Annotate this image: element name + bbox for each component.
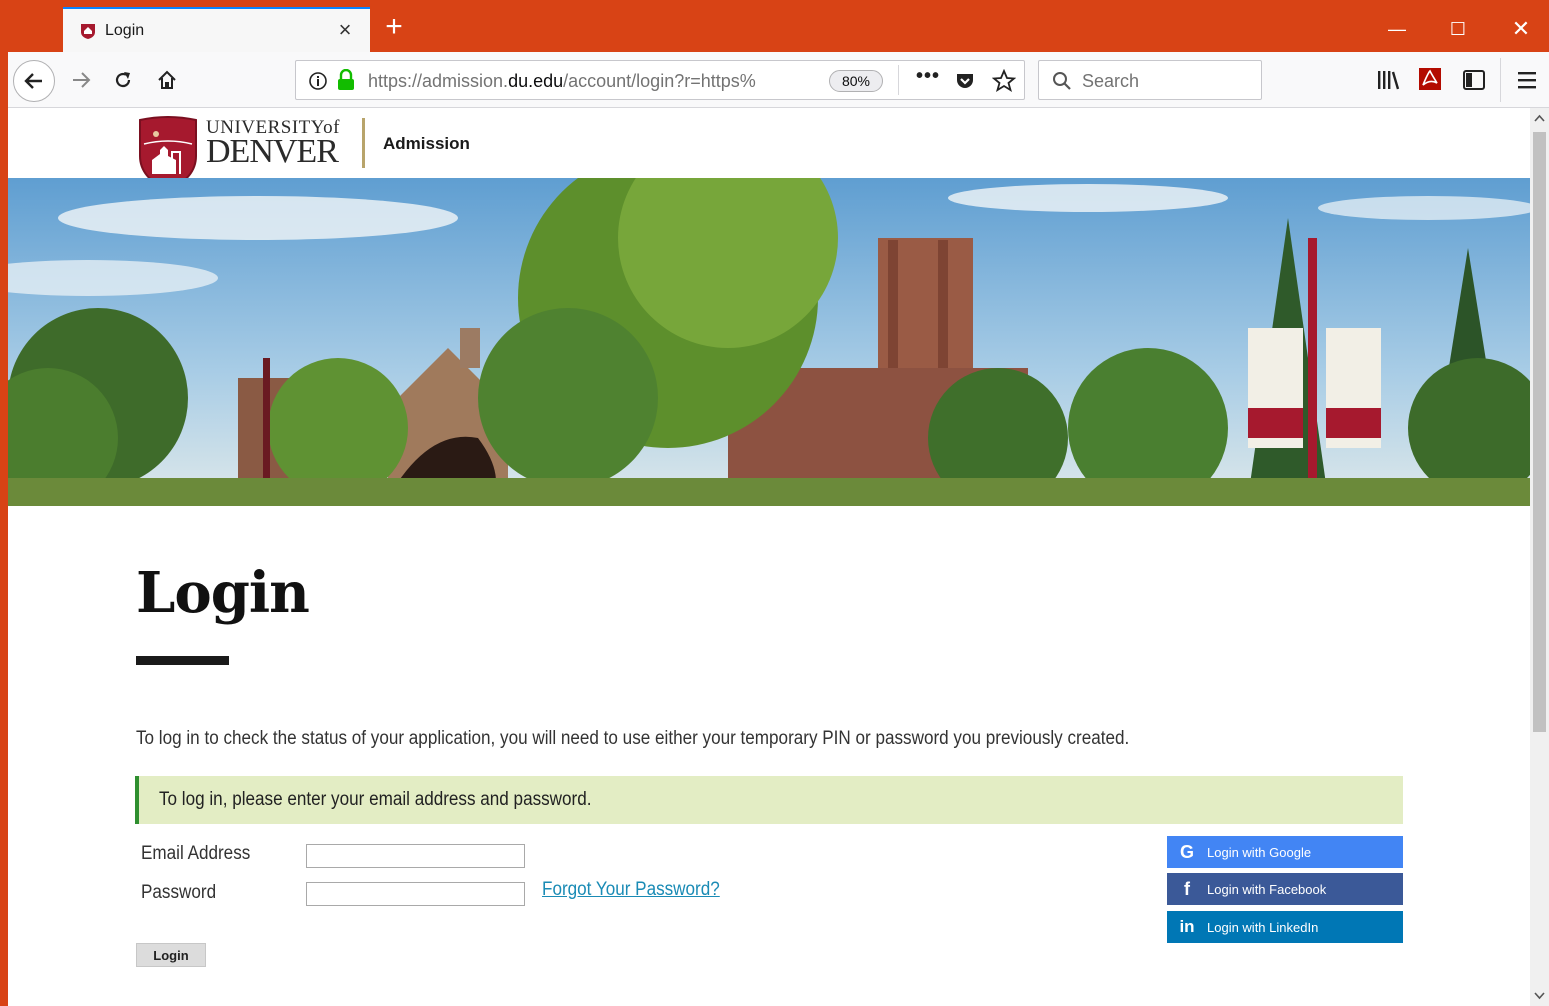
campus-hero-image bbox=[8, 178, 1530, 506]
tab-title: Login bbox=[105, 21, 145, 39]
new-tab-plus-icon[interactable]: + bbox=[378, 12, 410, 44]
search-bar[interactable]: Search bbox=[1038, 60, 1262, 100]
url-bar[interactable]: https://admission.du.edu/account/login?r… bbox=[295, 60, 1025, 100]
du-favicon-icon bbox=[81, 23, 95, 39]
password-label: Password bbox=[141, 882, 217, 903]
intro-text: To log in to check the status of your ap… bbox=[136, 728, 1130, 749]
header-section-title[interactable]: Admission bbox=[383, 134, 470, 154]
login-google-button[interactable]: G Login with Google bbox=[1167, 836, 1403, 868]
scroll-down-arrow-icon[interactable] bbox=[1534, 992, 1545, 1000]
email-field[interactable] bbox=[306, 844, 525, 868]
search-icon bbox=[1053, 72, 1071, 90]
login-google-label: Login with Google bbox=[1207, 844, 1312, 860]
email-label: Email Address bbox=[141, 843, 251, 864]
vertical-scrollbar[interactable] bbox=[1530, 108, 1549, 1006]
login-linkedin-label: Login with LinkedIn bbox=[1207, 919, 1319, 935]
close-window-icon[interactable]: ✕ bbox=[1506, 14, 1536, 44]
window-frame-edge bbox=[0, 0, 8, 1006]
page-actions-ellipsis-icon[interactable]: ••• bbox=[916, 65, 940, 88]
login-button[interactable]: Login bbox=[136, 943, 206, 967]
hamburger-menu-icon[interactable] bbox=[1516, 69, 1538, 91]
notice-banner: To log in, please enter your email addre… bbox=[135, 776, 1403, 824]
title-underline bbox=[136, 656, 229, 665]
info-icon[interactable] bbox=[308, 71, 328, 91]
back-arrow-icon bbox=[24, 73, 42, 89]
header-divider bbox=[362, 118, 365, 168]
navigation-toolbar: https://admission.du.edu/account/login?r… bbox=[8, 52, 1549, 108]
library-icon[interactable] bbox=[1376, 69, 1400, 91]
search-placeholder: Search bbox=[1082, 71, 1140, 91]
site-header: UNIVERSITYof DENVER Admission bbox=[8, 108, 1530, 192]
linkedin-in-icon: in bbox=[1179, 917, 1195, 936]
pdf-extension-icon[interactable] bbox=[1418, 67, 1442, 91]
bookmark-star-icon[interactable] bbox=[992, 69, 1016, 93]
reload-button[interactable] bbox=[105, 62, 141, 98]
secure-lock-icon[interactable] bbox=[336, 69, 356, 91]
notice-text: To log in, please enter your email addre… bbox=[159, 789, 592, 810]
login-linkedin-button[interactable]: in Login with LinkedIn bbox=[1167, 911, 1403, 943]
back-button[interactable] bbox=[13, 60, 55, 102]
forgot-password-link[interactable]: Forgot Your Password? bbox=[542, 879, 720, 901]
forward-button[interactable] bbox=[63, 62, 99, 98]
google-g-icon: G bbox=[1179, 841, 1194, 862]
tab-login[interactable]: Login × bbox=[63, 7, 370, 52]
du-wordmark[interactable]: UNIVERSITYof DENVER bbox=[206, 118, 340, 169]
facebook-f-icon: f bbox=[1184, 878, 1190, 899]
pocket-icon[interactable] bbox=[954, 70, 976, 92]
minimize-icon[interactable]: — bbox=[1382, 14, 1412, 44]
scroll-up-arrow-icon[interactable] bbox=[1534, 114, 1545, 122]
login-facebook-label: Login with Facebook bbox=[1207, 881, 1327, 897]
maximize-icon[interactable]: ☐ bbox=[1443, 14, 1473, 44]
forward-arrow-icon bbox=[73, 72, 91, 88]
toolbar-divider bbox=[1500, 58, 1501, 102]
home-button[interactable] bbox=[149, 62, 185, 98]
tab-close-icon[interactable]: × bbox=[334, 19, 356, 41]
page-title: Login bbox=[136, 560, 310, 626]
zoom-level-badge[interactable]: 80% bbox=[829, 70, 883, 92]
web-page: UNIVERSITYof DENVER Admission Login To l… bbox=[8, 108, 1530, 1006]
reload-icon bbox=[115, 72, 131, 88]
password-field[interactable] bbox=[306, 882, 525, 906]
login-facebook-button[interactable]: f Login with Facebook bbox=[1167, 873, 1403, 905]
scrollbar-thumb[interactable] bbox=[1533, 132, 1546, 732]
url-bar-divider bbox=[898, 65, 899, 95]
home-icon bbox=[158, 70, 176, 89]
url-text[interactable]: https://admission.du.edu/account/login?r… bbox=[368, 71, 778, 92]
sidebar-toggle-icon[interactable] bbox=[1462, 69, 1486, 91]
